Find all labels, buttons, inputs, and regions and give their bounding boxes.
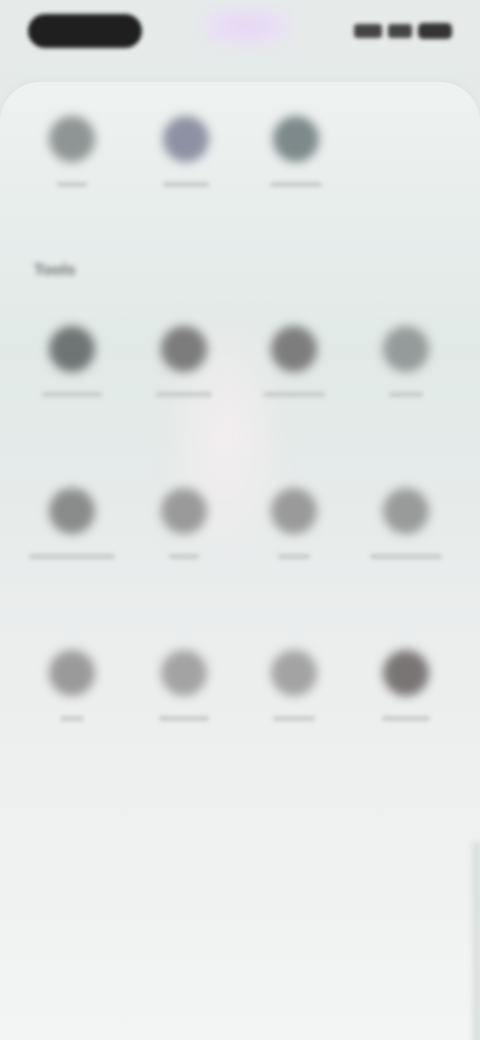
app-icon — [161, 326, 207, 372]
grid-app-12[interactable] — [358, 650, 454, 721]
app-icon — [49, 488, 95, 534]
battery-icon — [418, 23, 452, 39]
app-icon — [49, 326, 95, 372]
app-label — [29, 554, 115, 559]
app-icon — [271, 326, 317, 372]
wifi-icon — [388, 24, 412, 38]
signal-icon — [354, 24, 382, 38]
status-bar — [0, 0, 480, 62]
recent-app-3[interactable] — [248, 116, 344, 187]
section-title: Tools — [34, 262, 76, 279]
app-label — [270, 182, 322, 187]
dynamic-island-glow — [200, 6, 292, 46]
app-icon — [383, 488, 429, 534]
recent-app-1[interactable] — [24, 116, 120, 187]
grid-app-10[interactable] — [136, 650, 232, 721]
app-drawer-sheet — [0, 82, 480, 1040]
grid-app-1[interactable] — [24, 326, 120, 397]
grid-app-2[interactable] — [136, 326, 232, 397]
app-icon — [163, 116, 209, 162]
app-label — [60, 716, 84, 721]
app-icon — [383, 326, 429, 372]
app-label — [273, 716, 315, 721]
grid-app-4[interactable] — [358, 326, 454, 397]
app-label — [42, 392, 102, 397]
app-icon — [273, 116, 319, 162]
app-label — [389, 392, 423, 397]
app-label — [159, 716, 209, 721]
grid-app-8[interactable] — [358, 488, 454, 559]
app-label — [57, 182, 87, 187]
grid-app-3[interactable] — [246, 326, 342, 397]
app-label — [263, 392, 325, 397]
grid-app-9[interactable] — [24, 650, 120, 721]
app-icon — [49, 650, 95, 696]
app-icon — [161, 650, 207, 696]
app-icon — [271, 488, 317, 534]
app-label — [156, 392, 212, 397]
app-label — [278, 554, 310, 559]
recent-app-2[interactable] — [138, 116, 234, 187]
app-icon — [49, 116, 95, 162]
app-icon — [383, 650, 429, 696]
grid-app-11[interactable] — [246, 650, 342, 721]
app-label — [370, 554, 442, 559]
app-label — [163, 182, 209, 187]
app-label — [169, 554, 199, 559]
time-pill — [28, 14, 142, 48]
app-icon — [271, 650, 317, 696]
grid-app-7[interactable] — [246, 488, 342, 559]
scroll-edge — [470, 842, 480, 1040]
app-icon — [161, 488, 207, 534]
status-icons — [354, 23, 452, 39]
grid-app-5[interactable] — [24, 488, 120, 559]
app-label — [382, 716, 430, 721]
grid-app-6[interactable] — [136, 488, 232, 559]
